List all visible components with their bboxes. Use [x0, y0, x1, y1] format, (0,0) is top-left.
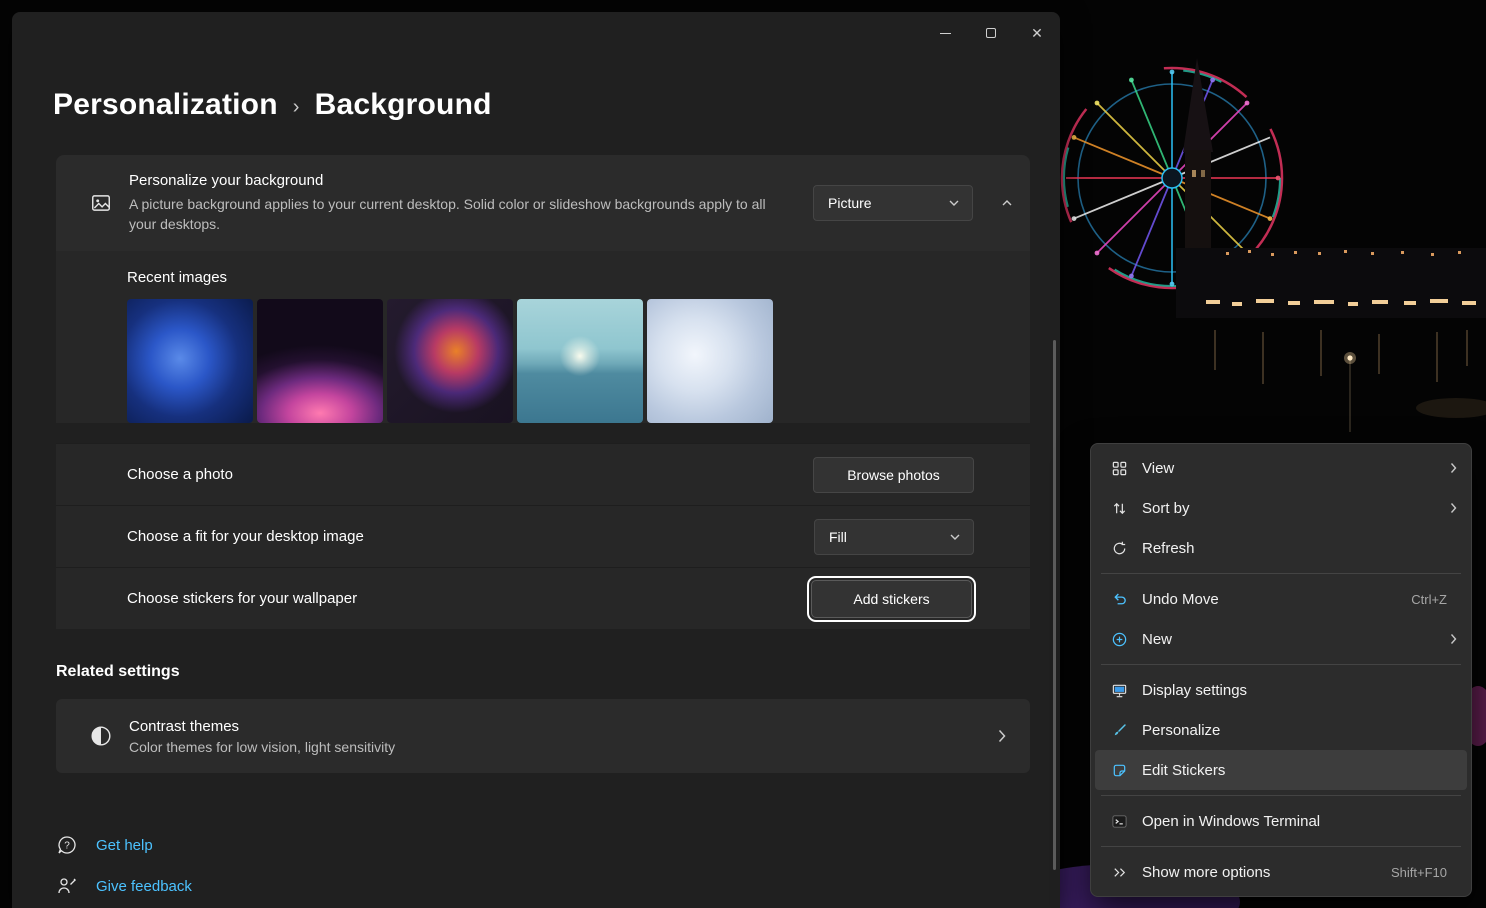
choose-stickers-row: Choose stickers for your wallpaper Add s… [56, 567, 1030, 629]
minimize-icon [940, 33, 951, 34]
menu-item-edit-stickers[interactable]: Edit Stickers [1095, 750, 1467, 790]
desktop-context-menu: View Sort by [1090, 443, 1472, 897]
menu-separator [1101, 795, 1461, 796]
menu-label: Personalize [1142, 722, 1457, 739]
desktop-screen: ✕ Personalization › Background Personali… [0, 0, 1486, 908]
feedback-icon [56, 875, 78, 897]
show-more-icon [1109, 862, 1129, 882]
menu-separator [1101, 573, 1461, 574]
recent-image-blue-bloom[interactable] [127, 299, 253, 423]
close-icon: ✕ [1031, 26, 1043, 40]
get-help-label: Get help [96, 837, 153, 854]
contrast-themes-subtitle: Color themes for low vision, light sensi… [129, 739, 998, 755]
fit-dropdown[interactable]: Fill [814, 519, 974, 555]
chevron-right-icon [998, 729, 1006, 743]
menu-shortcut: Ctrl+Z [1411, 592, 1447, 607]
page-title: Background [315, 88, 492, 122]
menu-separator [1101, 664, 1461, 665]
menu-label: Open in Windows Terminal [1142, 813, 1457, 830]
recent-images-label: Recent images [127, 269, 1030, 286]
contrast-themes-card[interactable]: Contrast themes Color themes for low vis… [56, 699, 1030, 773]
maximize-button[interactable] [968, 12, 1014, 54]
menu-label: Sort by [1142, 500, 1432, 517]
choose-photo-label: Choose a photo [127, 466, 813, 483]
view-grid-icon [1109, 458, 1129, 478]
menu-shortcut: Shift+F10 [1391, 865, 1447, 880]
give-feedback-link[interactable]: Give feedback [56, 875, 192, 897]
caption-buttons: ✕ [922, 12, 1060, 54]
vertical-scrollbar[interactable] [1053, 340, 1056, 870]
undo-icon [1109, 589, 1129, 609]
add-stickers-button[interactable]: Add stickers [811, 580, 972, 618]
picture-icon [90, 192, 112, 214]
maximize-icon [986, 28, 996, 38]
help-icon: ? [56, 834, 78, 856]
recent-image-color-ribbon[interactable] [387, 299, 513, 423]
menu-label: Refresh [1142, 540, 1457, 557]
display-icon [1109, 680, 1129, 700]
recent-image-beach-sunrise[interactable] [517, 299, 643, 423]
menu-item-refresh[interactable]: Refresh [1095, 528, 1467, 568]
menu-item-open-windows-terminal[interactable]: Open in Windows Terminal [1095, 801, 1467, 841]
close-button[interactable]: ✕ [1014, 12, 1060, 54]
menu-label: Show more options [1142, 864, 1378, 881]
card-title: Personalize your background [129, 172, 779, 189]
new-plus-icon [1109, 629, 1129, 649]
fit-value: Fill [829, 529, 847, 545]
recent-images-section: Recent images [56, 251, 1030, 423]
menu-item-new[interactable]: New [1095, 619, 1467, 659]
menu-item-sort-by[interactable]: Sort by [1095, 488, 1467, 528]
choose-photo-row: Choose a photo Browse photos [56, 443, 1030, 505]
contrast-icon [90, 725, 112, 747]
submenu-chevron-icon [1445, 462, 1457, 474]
sticker-icon [1109, 760, 1129, 780]
menu-label: New [1142, 631, 1432, 648]
menu-label: View [1142, 460, 1432, 477]
refresh-icon [1109, 538, 1129, 558]
contrast-themes-title: Contrast themes [129, 718, 998, 735]
brush-icon [1109, 720, 1129, 740]
browse-photos-button[interactable]: Browse photos [813, 457, 974, 493]
menu-label: Edit Stickers [1142, 762, 1457, 779]
background-type-dropdown[interactable]: Picture [813, 185, 973, 221]
recent-images-list [127, 299, 1030, 423]
recent-image-light-bloom[interactable] [647, 299, 773, 423]
chevron-down-icon [949, 533, 961, 541]
chevron-down-icon [948, 199, 960, 207]
menu-item-view[interactable]: View [1095, 448, 1467, 488]
menu-label: Undo Move [1142, 591, 1398, 608]
choose-fit-label: Choose a fit for your desktop image [127, 528, 814, 545]
submenu-chevron-icon [1445, 633, 1457, 645]
collapse-expander-button[interactable] [1000, 199, 1014, 207]
menu-item-undo-move[interactable]: Undo Move Ctrl+Z [1095, 579, 1467, 619]
settings-window: ✕ Personalization › Background Personali… [12, 12, 1060, 908]
settings-content: Personalize your background A picture ba… [56, 155, 1030, 773]
card-description: A picture background applies to your cur… [129, 194, 779, 235]
choose-stickers-label: Choose stickers for your wallpaper [127, 590, 811, 607]
give-feedback-label: Give feedback [96, 878, 192, 895]
menu-item-personalize[interactable]: Personalize [1095, 710, 1467, 750]
menu-separator [1101, 846, 1461, 847]
minimize-button[interactable] [922, 12, 968, 54]
recent-image-dark-glow[interactable] [257, 299, 383, 423]
breadcrumb: Personalization › Background [53, 88, 492, 122]
personalize-background-card[interactable]: Personalize your background A picture ba… [56, 155, 1030, 251]
breadcrumb-separator-icon: › [293, 92, 300, 119]
related-settings-heading: Related settings [56, 663, 1030, 681]
svg-text:?: ? [64, 841, 70, 852]
choose-fit-row: Choose a fit for your desktop image Fill [56, 505, 1030, 567]
submenu-chevron-icon [1445, 502, 1457, 514]
breadcrumb-personalization[interactable]: Personalization [53, 88, 278, 122]
background-type-value: Picture [828, 195, 872, 211]
terminal-icon [1109, 811, 1129, 831]
sort-icon [1109, 498, 1129, 518]
menu-item-show-more-options[interactable]: Show more options Shift+F10 [1095, 852, 1467, 892]
menu-label: Display settings [1142, 682, 1457, 699]
menu-item-display-settings[interactable]: Display settings [1095, 670, 1467, 710]
get-help-link[interactable]: ? Get help [56, 834, 153, 856]
